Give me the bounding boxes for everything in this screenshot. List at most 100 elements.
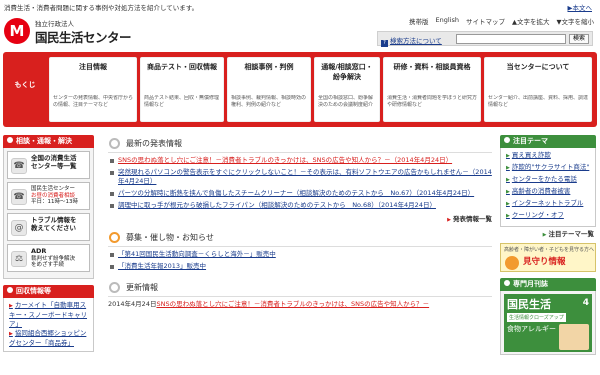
question-icon: ? xyxy=(381,40,388,47)
left-sidebar: 相談・通報・解決 ☎ 全国の消費生活 センター等一覧 ☎ 国民生活センター お昼の消… xyxy=(3,135,94,352)
banner-line: お昼の消費者相談 xyxy=(31,192,76,199)
triangle-icon: ▶ xyxy=(447,217,451,223)
phone-icon: ☎ xyxy=(11,158,27,174)
mail-icon: @ xyxy=(11,220,27,236)
text-shrink-button[interactable]: ▼文字を縮小 xyxy=(557,16,595,26)
skip-to-content-link[interactable]: ▶本文へ xyxy=(568,2,593,12)
magazine-subtitle: 生活情報クローズアップ xyxy=(507,313,566,322)
triangle-icon: ▶ xyxy=(542,232,547,238)
consult-heading: 相談・通報・解決 xyxy=(3,135,94,148)
magazine-name: 国民生活 xyxy=(507,298,551,311)
news-link[interactable]: パーツの分解時に断熱を挟んで負傷したスチームクリーナー（相談解決のためのテストか… xyxy=(118,189,474,197)
latest-news-list: SNSの思わぬ落とし穴にご注意！－消費者トラブルのきっかけは、SNSの広告や知人… xyxy=(108,156,492,210)
triangle-icon: ▶ xyxy=(506,201,510,207)
square-bullet-icon xyxy=(110,204,114,208)
topic-link[interactable]: ▶ 詐欺的"サクラサイト商法" xyxy=(506,163,592,173)
banner-line: 平日：11時～13時 xyxy=(31,199,78,205)
sitemap-link[interactable]: サイトマップ xyxy=(466,16,505,26)
gnav-item-training[interactable]: 研修・資料・相談員資格 消費生活・消費者問題を学ぼうと研究方や研修情報など xyxy=(383,57,481,122)
section-circle-icon xyxy=(109,138,120,149)
list-item: SNSの思わぬ落とし穴にご注意！－消費者トラブルのきっかけは、SNSの広告や知人… xyxy=(108,156,492,165)
topics-more-link[interactable]: ▶ 注目テーマ一覧 xyxy=(500,228,596,238)
banner-line: 裁判せず紛争解決 xyxy=(31,255,76,262)
bullet-icon xyxy=(504,137,510,143)
bullet-icon xyxy=(7,137,13,143)
recall-link[interactable]: ▶ カーメイト「自動車用スキー・スノーボードキャリア」 xyxy=(9,301,90,329)
update-link[interactable]: SNSの思わぬ落とし穴にご注意！－消費者トラブルのきっかけは、SNSの広告や知人… xyxy=(156,300,429,308)
consult-banners: ☎ 全国の消費生活 センター等一覧 ☎ 国民生活センター お昼の消費者相談 平日：11… xyxy=(3,148,94,279)
recall-heading-label: 回収情報等 xyxy=(16,287,51,295)
mobile-version-link[interactable]: 携帯版 xyxy=(409,16,429,26)
search-help-link[interactable]: ? 検索方法について xyxy=(381,35,442,47)
recall-link[interactable]: ▶ 協同組合西郷ショッピングセンター「商品券」 xyxy=(9,329,90,348)
topic-link-label: インターネットトラブル xyxy=(511,199,584,207)
events-heading-label: 募集・催し物・お知らせ xyxy=(126,233,214,242)
recall-list: ▶ カーメイト「自動車用スキー・スノーボードキャリア」 ▶ 協同組合西郷ショッピング… xyxy=(3,298,94,352)
eye-icon xyxy=(505,256,519,270)
magazine-theme: 食物アレルギー xyxy=(507,325,556,333)
banner-text: 全国の消費生活 センター等一覧 xyxy=(31,154,87,170)
scales-icon: ⚖ xyxy=(11,251,27,267)
list-item: 「消費生活年報2013」販売中 xyxy=(108,262,492,271)
english-link[interactable]: English xyxy=(436,16,459,26)
topic-link-label: クーリング・オフ xyxy=(511,211,564,219)
topic-link-label: センターをかたる電話 xyxy=(511,175,577,183)
topic-link-label: 詐欺的"サクラサイト商法" xyxy=(511,163,590,171)
mimawari-subtitle: 高齢者・障がい者・子どもを見守る方へ xyxy=(504,247,595,253)
event-link[interactable]: 「第41回国民生活動向調査－くらしと海外－」販売中 xyxy=(118,250,276,258)
text-enlarge-button[interactable]: ▲文字を拡大 xyxy=(512,16,550,26)
gnav-item-product-tests[interactable]: 商品テスト・回収情報 商品テスト結果、回収・無償修理情報など xyxy=(140,57,224,122)
gnav-item-desc: 全国の相談窓口、紛争解決のための会議制度紹介 xyxy=(318,95,374,108)
gnav-item-desc: センターの発表情報、中央省庁からの情報、注目テーマなど xyxy=(53,95,134,108)
divider xyxy=(108,296,492,297)
magazine-heading: 専門月刊誌 xyxy=(500,278,596,291)
topic-link-label: 買え買え詐欺 xyxy=(511,151,551,159)
site-logo[interactable]: M 独立行政法人 国民生活センター xyxy=(4,18,138,45)
topic-link[interactable]: ▶ 高齢者の消費者被害 xyxy=(506,187,592,197)
gnav-item-desc: 消費生活・消費者問題を学ぼうと研究方や研修情報など xyxy=(387,95,478,108)
topic-link[interactable]: ▶ センターをかたる電話 xyxy=(506,175,592,185)
topic-link[interactable]: ▶ クーリング・オフ xyxy=(506,211,592,221)
search-input[interactable] xyxy=(456,34,566,44)
mimawari-banner[interactable]: 高齢者・障がい者・子どもを見守る方へ 見守り情報 xyxy=(500,243,596,272)
magazine-issue: 4 xyxy=(582,298,589,308)
topic-link[interactable]: ▶ 買え買え詐欺 xyxy=(506,151,592,161)
list-item: パーツの分解時に断熱を挟んで負傷したスチームクリーナー（相談解決のためのテストか… xyxy=(108,189,492,198)
banner-line: センター等一覧 xyxy=(31,161,77,170)
banner-lunch-consult[interactable]: ☎ 国民生活センター お昼の消費者相談 平日：11時～13時 xyxy=(7,182,90,210)
site-tagline: 消費生活・消費者問題に関する事例や対処方法を紹介しています。 xyxy=(4,4,199,12)
updates-heading-label: 更新情報 xyxy=(126,283,158,292)
gnav-item-case-examples[interactable]: 相談事例・判例 相談事例、裁判情報、相談時効の権利、判例の紹介など xyxy=(227,57,311,122)
magazine-cover[interactable]: 国民生活 4 生活情報クローズアップ 食物アレルギー xyxy=(504,294,592,352)
bullet-icon xyxy=(504,280,510,286)
gnav-item-label: 商品テスト・回収情報 xyxy=(147,63,217,71)
topic-link-label: 高齢者の消費者被害 xyxy=(511,187,571,195)
gnav-item-consult[interactable]: 通報/相談窓口・紛争解決 全国の相談窓口、紛争解決のための会議制度紹介 xyxy=(314,57,380,122)
main-content: 最新の発表情報 SNSの思わぬ落とし穴にご注意！－消費者トラブルのきっかけは、S… xyxy=(108,133,492,309)
banner-local-centers[interactable]: ☎ 全国の消費生活 センター等一覧 xyxy=(7,151,90,179)
latest-heading: 最新の発表情報 xyxy=(108,135,492,151)
banner-adr[interactable]: ⚖ ADR 裁判せず紛争解決 をめざす手続 xyxy=(7,244,90,272)
gnav-item-about[interactable]: 当センターについて センター紹介、出前講座、資料、採用、調達情報など xyxy=(484,57,592,122)
event-link[interactable]: 「消費生活年報2013」販売中 xyxy=(118,262,206,270)
news-link[interactable]: 突然現れるパソコンの警告表示をすぐにクリックしないこと！－その表示は、有料ソフト… xyxy=(118,168,492,185)
banner-report-trouble[interactable]: @ トラブル情報を 教えてください xyxy=(7,213,90,241)
search-button[interactable]: 検索 xyxy=(569,34,589,44)
latest-more-link[interactable]: ▶ 発表情報一覧 xyxy=(108,213,492,223)
square-bullet-icon xyxy=(110,159,114,163)
gnav-item-desc: 相談事例、裁判情報、相談時効の権利、判例の紹介など xyxy=(231,95,307,108)
gnav-item-label: 相談事例・判例 xyxy=(244,63,294,71)
refresh-icon xyxy=(109,282,120,293)
gnav-item-desc: センター紹介、出前講座、資料、採用、調達情報など xyxy=(488,95,589,108)
square-bullet-icon xyxy=(110,253,114,257)
topic-link[interactable]: ▶ インターネットトラブル xyxy=(506,199,592,209)
triangle-icon: ▶ xyxy=(506,189,510,195)
updates-heading: 更新情報 xyxy=(108,279,492,295)
topics-heading-label: 注目テーマ xyxy=(513,137,548,145)
news-link[interactable]: 調理中に取っ手が根元から破損したフライパン（相談解決のためのテストから No.6… xyxy=(118,201,436,209)
news-link[interactable]: SNSの思わぬ落とし穴にご注意！－消費者トラブルのきっかけは、SNSの広告や知人… xyxy=(118,156,452,164)
triangle-icon: ▶ xyxy=(506,165,510,171)
search-bar: ? 検索方法について 検索 xyxy=(377,31,593,47)
logo-name: 国民生活センター xyxy=(35,30,132,45)
gnav-item-featured[interactable]: 注目情報 センターの発表情報、中央省庁からの情報、注目テーマなど xyxy=(49,57,137,122)
